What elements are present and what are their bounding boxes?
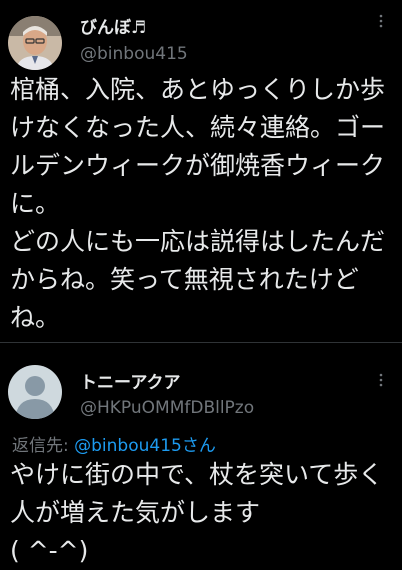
reply-prefix: 返信先: — [12, 436, 75, 456]
user-handle[interactable]: @binbou415 — [80, 44, 188, 64]
reply-mention-link[interactable]: @binbou415さん — [74, 436, 216, 456]
more-options-icon[interactable] — [374, 14, 388, 28]
more-options-icon[interactable] — [374, 373, 388, 387]
display-name[interactable]: びんぼ♬ — [80, 13, 146, 38]
reply-tweet[interactable]: トニーアクア @HKPuOMMfDBllPzo 返信先: @binbou415さ… — [0, 343, 402, 570]
user-handle[interactable]: @HKPuOMMfDBllPzo — [80, 398, 254, 418]
replying-to: 返信先: @binbou415さん — [12, 431, 216, 456]
tweet-text: 棺桶、入院、あとゆっくりしか歩けなくなった人、続々連絡。ゴールデンウィークが御焼… — [10, 75, 386, 332]
main-tweet[interactable]: びんぼ♬ @binbou415 棺桶、入院、あとゆっくりしか歩けなくなった人、続… — [0, 0, 402, 342]
display-name[interactable]: トニーアクア — [80, 368, 180, 393]
user-avatar[interactable] — [8, 365, 62, 419]
tweet-text: やけに街の中で、杖を突いて歩く人が増えた気がします ( ^-^) — [10, 460, 384, 565]
user-avatar[interactable] — [8, 16, 62, 70]
